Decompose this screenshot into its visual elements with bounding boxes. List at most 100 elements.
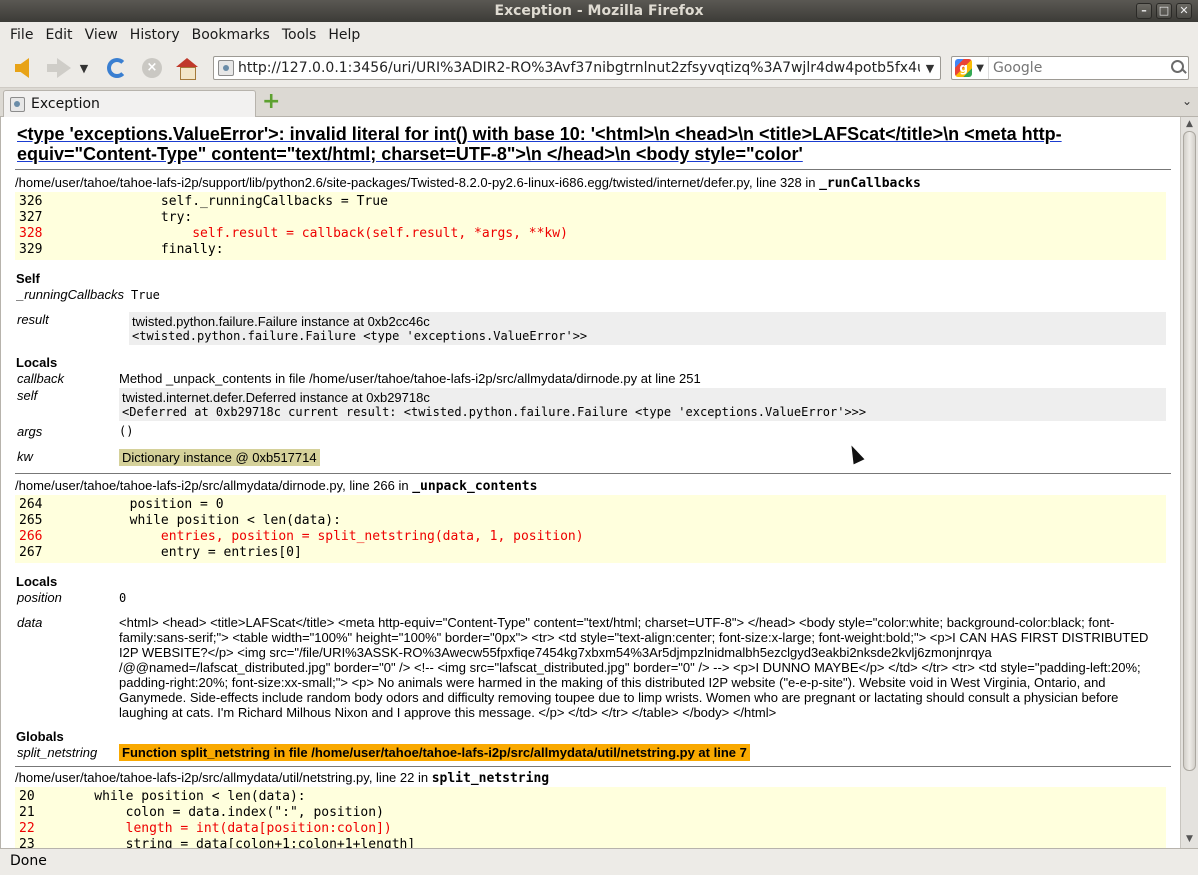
home-button[interactable] xyxy=(173,54,201,82)
menu-view[interactable]: View xyxy=(79,27,124,43)
stop-icon: × xyxy=(142,58,162,78)
var-value-box: twisted.internet.defer.Deferred instance… xyxy=(119,388,1166,421)
scrollbar-thumb[interactable] xyxy=(1183,131,1196,771)
google-icon[interactable]: g xyxy=(955,59,973,77)
menu-edit[interactable]: Edit xyxy=(39,27,78,43)
divider xyxy=(15,169,1171,170)
code-line: 265 while position < len(data): xyxy=(19,513,341,528)
frame-file: /home/user/tahoe/tahoe-lafs-i2p/support/… xyxy=(15,175,820,190)
search-bar[interactable]: g ▼ xyxy=(951,56,1189,80)
tab-list-button[interactable]: ⌄ xyxy=(1182,94,1192,108)
menu-file[interactable]: File xyxy=(4,27,39,43)
url-input[interactable]: http://127.0.0.1:3456/uri/URI%3ADIR2-RO%… xyxy=(238,60,920,76)
code-line: 23 string = data[colon+1:colon+1+length] xyxy=(19,837,416,848)
code-line: 267 entry = entries[0] xyxy=(19,545,302,560)
divider xyxy=(15,473,1171,474)
frame-function: _unpack_contents xyxy=(412,479,538,494)
window-title: Exception - Mozilla Firefox xyxy=(494,3,704,19)
reload-button[interactable] xyxy=(103,54,131,82)
section-heading-locals: Locals xyxy=(16,355,58,370)
back-arrow-icon xyxy=(15,58,29,78)
close-button[interactable]: ✕ xyxy=(1176,3,1192,19)
menu-bar: File Edit View History Bookmarks Tools H… xyxy=(0,22,1198,48)
forward-button[interactable] xyxy=(42,54,71,82)
window-controls: – □ ✕ xyxy=(1136,3,1192,19)
search-icon[interactable] xyxy=(1167,57,1188,79)
var-value: () xyxy=(119,424,134,438)
search-input[interactable] xyxy=(987,57,1167,79)
stop-button[interactable]: × xyxy=(138,54,166,82)
search-engine-chevron-icon[interactable]: ▼ xyxy=(976,63,984,74)
url-bar[interactable]: http://127.0.0.1:3456/uri/URI%3ADIR2-RO%… xyxy=(213,56,941,80)
code-line: 326 self._runningCallbacks = True xyxy=(19,194,388,209)
code-snippet: 326 self._runningCallbacks = True 327 tr… xyxy=(15,192,1166,260)
section-heading-self: Self xyxy=(16,271,40,286)
page-favicon-icon xyxy=(10,96,25,112)
status-bar: Done xyxy=(0,848,1198,875)
chevron-down-icon: ▼ xyxy=(79,61,89,75)
var-value: True xyxy=(131,288,160,302)
code-line: 264 position = 0 xyxy=(19,497,224,512)
code-line-highlighted: 22 length = int(data[position:colon]) xyxy=(19,821,392,836)
back-button[interactable] xyxy=(8,54,36,82)
code-snippet: 20 while position < len(data): 21 colon … xyxy=(15,787,1166,848)
var-value: 0 xyxy=(119,591,127,605)
var-value: Method _unpack_contents in file /home/us… xyxy=(119,371,701,386)
window-title-bar: Exception - Mozilla Firefox – □ ✕ xyxy=(0,0,1198,22)
var-name: result xyxy=(17,312,49,327)
var-value-line: <twisted.python.failure.Failure <type 'e… xyxy=(132,329,588,343)
menu-bookmarks[interactable]: Bookmarks xyxy=(186,27,276,43)
var-name: _runningCallbacks xyxy=(17,287,124,302)
maximize-button[interactable]: □ xyxy=(1156,3,1172,19)
frame-file: /home/user/tahoe/tahoe-lafs-i2p/src/allm… xyxy=(15,478,413,493)
var-name: kw xyxy=(17,449,33,464)
menu-history[interactable]: History xyxy=(124,27,186,43)
divider xyxy=(15,766,1171,767)
frame-location: /home/user/tahoe/tahoe-lafs-i2p/src/allm… xyxy=(15,770,549,786)
code-line: 20 while position < len(data): xyxy=(19,789,306,804)
scroll-up-arrow-icon[interactable]: ▲ xyxy=(1183,119,1196,131)
var-value-line: <Deferred at 0xb29718c current result: <… xyxy=(122,405,867,419)
var-name: callback xyxy=(17,371,64,386)
var-name: self xyxy=(17,388,38,403)
code-line: 21 colon = data.index(":", position) xyxy=(19,805,384,820)
reload-icon xyxy=(107,58,127,78)
var-value-expandable[interactable]: Dictionary instance @ 0xb517714 xyxy=(119,449,320,466)
code-line-highlighted: 266 entries, position = split_netstring(… xyxy=(19,529,584,544)
new-tab-button[interactable]: + xyxy=(262,91,280,113)
tab-bar: Exception + ⌄ xyxy=(0,88,1198,117)
status-text: Done xyxy=(10,853,47,869)
frame-location: /home/user/tahoe/tahoe-lafs-i2p/src/allm… xyxy=(15,478,537,494)
var-name: args xyxy=(17,424,43,439)
var-value-line: twisted.internet.defer.Deferred instance… xyxy=(122,390,430,405)
history-dropdown-button[interactable]: ▼ xyxy=(74,54,94,82)
frame-function: _runCallbacks xyxy=(819,176,921,191)
var-name: data xyxy=(17,615,43,630)
home-icon xyxy=(176,58,198,80)
minimize-button[interactable]: – xyxy=(1136,3,1152,19)
menu-tools[interactable]: Tools xyxy=(276,27,323,43)
frame-location: /home/user/tahoe/tahoe-lafs-i2p/support/… xyxy=(15,175,921,191)
tab-exception[interactable]: Exception xyxy=(3,90,256,117)
code-snippet: 264 position = 0 265 while position < le… xyxy=(15,495,1166,563)
section-heading-globals: Globals xyxy=(16,729,64,744)
exception-title-link[interactable]: <type 'exceptions.ValueError'>: invalid … xyxy=(17,124,1167,164)
forward-arrow-icon xyxy=(47,58,71,78)
var-value-expandable[interactable]: Function split_netstring in file /home/u… xyxy=(119,744,750,761)
code-line: 329 finally: xyxy=(19,242,224,257)
site-identity-icon[interactable] xyxy=(218,60,234,76)
url-dropdown-button[interactable]: ▼ xyxy=(920,62,940,75)
page-content: <type 'exceptions.ValueError'>: invalid … xyxy=(0,117,1198,848)
scroll-down-arrow-icon[interactable]: ▼ xyxy=(1183,834,1196,846)
tab-label: Exception xyxy=(31,96,100,112)
frame-file: /home/user/tahoe/tahoe-lafs-i2p/src/allm… xyxy=(15,770,432,785)
menu-help[interactable]: Help xyxy=(322,27,366,43)
var-value-box: twisted.python.failure.Failure instance … xyxy=(129,312,1166,345)
section-heading-locals: Locals xyxy=(16,574,58,589)
var-name: split_netstring xyxy=(17,745,98,760)
var-name: position xyxy=(17,590,62,605)
var-value-long: <html> <head> <title>LAFScat</title> <me… xyxy=(119,615,1149,720)
code-line-highlighted: 328 self.result = callback(self.result, … xyxy=(19,226,568,241)
frame-function: split_netstring xyxy=(431,771,550,786)
vertical-scrollbar[interactable]: ▲ ▼ xyxy=(1180,117,1198,848)
